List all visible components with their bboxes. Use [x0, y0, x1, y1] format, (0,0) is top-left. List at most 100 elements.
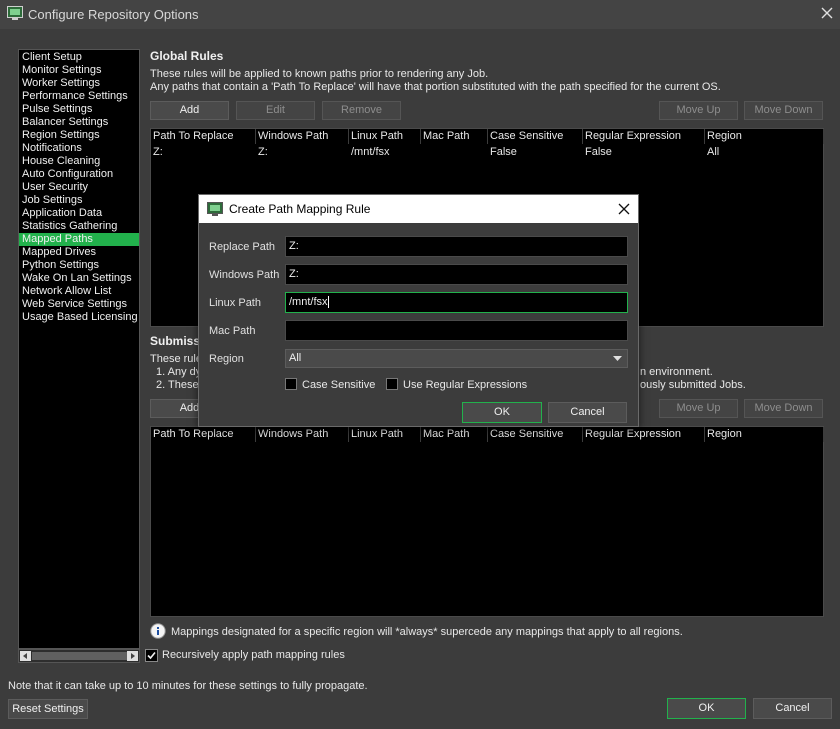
table-cell: /mnt/fsx	[351, 146, 390, 158]
sidebar-horizontal-scrollbar[interactable]	[18, 649, 140, 663]
sidebar-item[interactable]: Auto Configuration	[21, 168, 113, 181]
mac-path-input[interactable]	[285, 320, 628, 341]
case-sensitive-checkbox[interactable]	[285, 378, 297, 390]
replace-path-input[interactable]: Z:	[285, 236, 628, 257]
column-header[interactable]: Mac Path	[421, 427, 488, 442]
info-icon	[150, 623, 166, 639]
sidebar-item[interactable]: Usage Based Licensing	[21, 311, 138, 324]
global-move-down-button[interactable]: Move Down	[744, 101, 823, 120]
sidebar-item[interactable]: Region Settings	[21, 129, 100, 142]
title-bar: Configure Repository Options	[0, 0, 840, 29]
table-row[interactable]: Z: Z: /mnt/fsx False False All	[151, 145, 823, 159]
dialog-close-icon[interactable]	[617, 202, 631, 216]
reset-settings-button[interactable]: Reset Settings	[8, 699, 88, 719]
cancel-button[interactable]: Cancel	[753, 698, 832, 719]
sidebar-item[interactable]: Mapped Paths	[19, 233, 139, 246]
region-selected-value: All	[289, 352, 302, 364]
recursive-mapping-label[interactable]: Recursively apply path mapping rules	[162, 649, 345, 661]
column-header[interactable]: Region	[705, 427, 824, 442]
scroll-thumb[interactable]	[32, 652, 128, 660]
use-regex-label[interactable]: Use Regular Expressions	[403, 379, 527, 391]
windows-path-input[interactable]: Z:	[285, 264, 628, 285]
sidebar-item[interactable]: Balancer Settings	[21, 116, 108, 129]
column-header[interactable]: Mac Path	[421, 129, 488, 144]
submission-rule-item-1-tail: n environment.	[640, 366, 713, 378]
column-header[interactable]: Case Sensitive	[488, 427, 583, 442]
column-header[interactable]: Windows Path	[256, 427, 349, 442]
chevron-down-icon	[613, 356, 622, 361]
region-label: Region	[209, 353, 244, 365]
column-header[interactable]: Windows Path	[256, 129, 349, 144]
sidebar-item[interactable]: Job Settings	[21, 194, 83, 207]
column-header[interactable]: Path To Replace	[151, 427, 256, 442]
recursive-mapping-checkbox[interactable]	[145, 649, 158, 662]
submission-move-up-button[interactable]: Move Up	[659, 399, 738, 418]
submission-rule-item-2-tail: ously submitted Jobs.	[640, 379, 746, 391]
checkmark-icon	[147, 651, 156, 660]
submission-move-down-button[interactable]: Move Down	[744, 399, 823, 418]
sidebar-item[interactable]: Mapped Drives	[21, 246, 96, 259]
scroll-right-arrow-icon[interactable]	[127, 651, 138, 661]
linux-path-value: /mnt/fsx	[289, 296, 328, 308]
region-select[interactable]: All	[285, 349, 628, 368]
column-header[interactable]: Linux Path	[349, 129, 421, 144]
table-header: Path To Replace Windows Path Linux Path Mac…	[151, 427, 824, 442]
scroll-left-arrow-icon[interactable]	[20, 651, 31, 661]
column-header[interactable]: Regular Expression	[583, 427, 705, 442]
propagation-note: Note that it can take up to 10 minutes f…	[8, 680, 368, 692]
window-title: Configure Repository Options	[28, 7, 199, 22]
text-cursor	[327, 296, 329, 309]
submission-rules-heading: Submissi	[150, 334, 204, 348]
sidebar-item[interactable]: House Cleaning	[21, 155, 100, 168]
case-sensitive-label[interactable]: Case Sensitive	[302, 379, 375, 391]
column-header[interactable]: Linux Path	[349, 427, 421, 442]
column-header[interactable]: Case Sensitive	[488, 129, 583, 144]
column-header[interactable]: Region	[705, 129, 824, 144]
sidebar-item[interactable]: Monitor Settings	[21, 64, 101, 77]
global-move-up-button[interactable]: Move Up	[659, 101, 738, 120]
table-cell: Z:	[258, 146, 268, 158]
create-path-mapping-dialog: Create Path Mapping Rule Replace Path Z:…	[198, 194, 639, 427]
submission-rule-item-1: 1. Any dy	[156, 366, 202, 378]
dialog-ok-button[interactable]: OK	[462, 402, 542, 423]
sidebar-item[interactable]: Performance Settings	[21, 90, 128, 103]
submission-rule-item-2: 2. These	[156, 379, 199, 391]
dialog-app-icon	[207, 202, 223, 216]
close-icon[interactable]	[818, 4, 836, 22]
sidebar-item[interactable]: Web Service Settings	[21, 298, 127, 311]
mac-path-label: Mac Path	[209, 325, 256, 337]
replace-path-label: Replace Path	[209, 241, 276, 253]
column-header[interactable]: Path To Replace	[151, 129, 256, 144]
global-rules-description-2: Any paths that contain a 'Path To Replac…	[150, 81, 721, 93]
sidebar-item[interactable]: Pulse Settings	[21, 103, 92, 116]
sidebar-item[interactable]: Notifications	[21, 142, 82, 155]
table-cell	[421, 145, 423, 159]
global-add-button[interactable]: Add	[150, 101, 229, 120]
global-remove-button[interactable]: Remove	[322, 101, 401, 120]
global-rules-description: These rules will be applied to known pat…	[150, 68, 489, 80]
windows-path-label: Windows Path	[209, 269, 280, 281]
use-regex-checkbox[interactable]	[386, 378, 398, 390]
dialog-title-bar: Create Path Mapping Rule	[199, 195, 638, 223]
linux-path-label: Linux Path	[209, 297, 261, 309]
sidebar-item[interactable]: Network Allow List	[21, 285, 111, 298]
sidebar-item[interactable]: Application Data	[21, 207, 102, 220]
app-icon	[7, 6, 23, 20]
dialog-title: Create Path Mapping Rule	[229, 202, 371, 216]
sidebar-item[interactable]: Wake On Lan Settings	[21, 272, 132, 285]
sidebar-item[interactable]: Python Settings	[21, 259, 99, 272]
sidebar-item[interactable]: Client Setup	[21, 51, 82, 64]
column-header[interactable]: Regular Expression	[583, 129, 705, 144]
dialog-cancel-button[interactable]: Cancel	[548, 402, 627, 423]
sidebar-item[interactable]: Statistics Gathering	[21, 220, 117, 233]
region-info-note: Mappings designated for a specific regio…	[171, 626, 683, 638]
submission-rules-table[interactable]: Path To Replace Windows Path Linux Path Mac…	[150, 426, 824, 617]
table-cell: False	[490, 146, 517, 158]
table-header: Path To Replace Windows Path Linux Path Mac…	[151, 129, 824, 144]
sidebar-item[interactable]: Worker Settings	[21, 77, 100, 90]
linux-path-input[interactable]: /mnt/fsx	[285, 292, 628, 313]
global-edit-button[interactable]: Edit	[236, 101, 315, 120]
sidebar-item[interactable]: User Security	[21, 181, 88, 194]
ok-button[interactable]: OK	[667, 698, 746, 719]
submission-rules-description: These rule	[150, 353, 202, 365]
